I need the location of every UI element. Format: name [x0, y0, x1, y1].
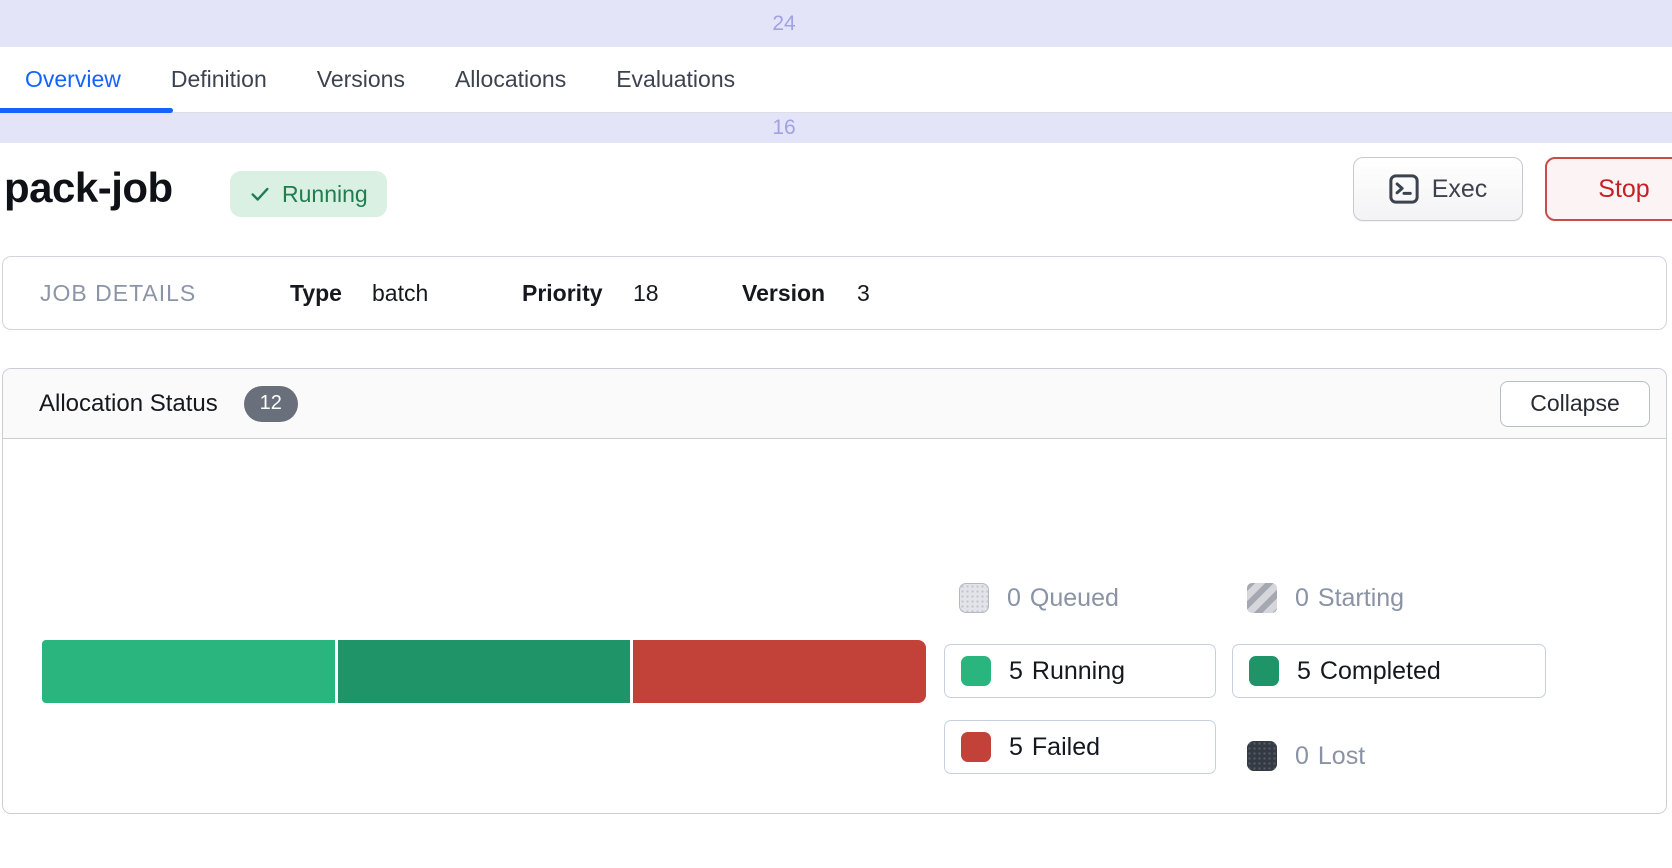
spacing-band-top: 24	[0, 0, 1672, 47]
allocation-stacked-bar	[42, 640, 926, 703]
spacing-value: 16	[772, 116, 795, 140]
lost-label: Lost	[1318, 742, 1365, 771]
terminal-icon	[1389, 174, 1419, 204]
bar-segment-failed[interactable]	[633, 640, 926, 703]
bar-segment-running[interactable]	[42, 640, 335, 703]
job-details-card: JOB DETAILS Type batch Priority 18 Versi…	[2, 256, 1667, 330]
queued-count: 0	[1007, 584, 1021, 613]
queued-label: Queued	[1030, 584, 1119, 613]
page-title: pack-job	[4, 164, 173, 212]
completed-swatch-icon	[1249, 656, 1279, 686]
legend-running[interactable]: 5 Running	[944, 644, 1216, 698]
collapse-button[interactable]: Collapse	[1500, 381, 1650, 427]
allocation-count-badge: 12	[244, 386, 298, 422]
allocation-chart-area: 0 Queued 0 Starting 5 Running 5 Complete…	[3, 439, 1666, 814]
queued-swatch-icon	[959, 583, 989, 613]
tab-allocations[interactable]: Allocations	[455, 66, 566, 93]
starting-swatch-icon	[1247, 583, 1277, 613]
bar-segment-completed[interactable]	[338, 640, 631, 703]
job-details-heading: JOB DETAILS	[40, 257, 196, 329]
running-count: 5	[1009, 657, 1023, 686]
job-type-value: batch	[372, 257, 428, 329]
starting-count: 0	[1295, 584, 1309, 613]
check-icon	[249, 183, 271, 205]
job-version-label: Version	[742, 257, 825, 329]
failed-count: 5	[1009, 733, 1023, 762]
legend-queued: 0 Queued	[959, 580, 1119, 616]
exec-button-label: Exec	[1432, 175, 1488, 204]
tab-evaluations[interactable]: Evaluations	[616, 66, 735, 93]
job-priority-value: 18	[633, 257, 659, 329]
status-badge-label: Running	[282, 181, 368, 208]
job-priority-label: Priority	[522, 257, 603, 329]
lost-swatch-icon	[1247, 741, 1277, 771]
allocation-status-title: Allocation Status	[39, 390, 218, 418]
stop-button[interactable]: Stop	[1545, 157, 1672, 221]
tab-versions[interactable]: Versions	[317, 66, 405, 93]
starting-label: Starting	[1318, 584, 1404, 613]
job-type-label: Type	[290, 257, 342, 329]
failed-swatch-icon	[961, 732, 991, 762]
running-label: Running	[1032, 657, 1125, 686]
status-badge: Running	[230, 171, 387, 217]
legend-starting: 0 Starting	[1247, 580, 1404, 616]
tab-definition[interactable]: Definition	[171, 66, 267, 93]
job-version-value: 3	[857, 257, 870, 329]
job-tab-bar: Overview Definition Versions Allocations…	[0, 47, 1672, 113]
spacing-value: 24	[772, 12, 795, 36]
lost-count: 0	[1295, 742, 1309, 771]
allocation-status-header: Allocation Status 12 Collapse	[3, 369, 1666, 439]
exec-button[interactable]: Exec	[1353, 157, 1523, 221]
allocation-status-panel: Allocation Status 12 Collapse 0 Queued 0…	[2, 368, 1667, 814]
spacing-band-below-tabs: 16	[0, 113, 1672, 143]
failed-label: Failed	[1032, 733, 1100, 762]
completed-label: Completed	[1320, 657, 1441, 686]
legend-lost: 0 Lost	[1247, 729, 1365, 783]
stop-button-label: Stop	[1598, 175, 1649, 204]
running-swatch-icon	[961, 656, 991, 686]
legend-completed[interactable]: 5 Completed	[1232, 644, 1546, 698]
tab-overview[interactable]: Overview	[25, 66, 121, 93]
legend-failed[interactable]: 5 Failed	[944, 720, 1216, 774]
completed-count: 5	[1297, 657, 1311, 686]
